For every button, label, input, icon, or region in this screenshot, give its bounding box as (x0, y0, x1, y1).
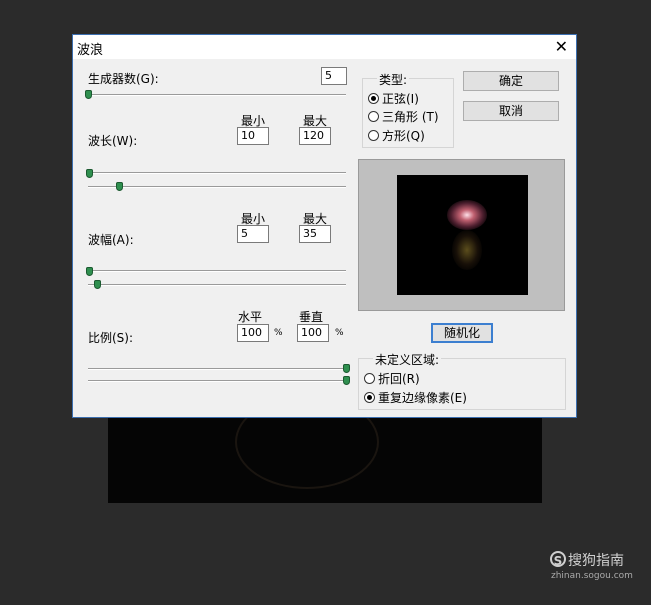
radio-unchecked-icon (368, 130, 379, 141)
type-triangle-radio[interactable]: 三角形 (T) (368, 108, 439, 125)
generators-slider-track[interactable] (88, 94, 346, 96)
radio-checked-icon (368, 93, 379, 104)
radio-unchecked-icon (364, 373, 375, 384)
scale-horizontal-label: 水平 (238, 310, 263, 324)
amplitude-label: 波幅(A): (88, 233, 134, 247)
generators-label: 生成器数(G): (88, 72, 159, 86)
type-sine-radio[interactable]: 正弦(I) (368, 90, 419, 107)
preview-glow-secondary (452, 230, 482, 270)
wavelength-label: 波长(W): (88, 134, 138, 148)
scale-horizontal-slider-track[interactable] (88, 368, 346, 370)
wrap-around-radio[interactable]: 折回(R) (364, 370, 420, 387)
sogou-logo-icon: S (550, 551, 566, 568)
scale-vertical-input[interactable]: 100 (297, 324, 329, 342)
watermark-url: zhinan.sogou.com (551, 571, 633, 581)
undefined-area-legend: 未定义区域: (373, 351, 442, 368)
scale-label: 比例(S): (88, 331, 134, 345)
amplitude-max-slider-thumb[interactable] (94, 280, 101, 289)
scale-vertical-slider-track[interactable] (88, 380, 346, 382)
radio-unchecked-icon (368, 111, 379, 122)
preview-glow (447, 200, 487, 230)
generators-slider-thumb[interactable] (85, 90, 92, 99)
radio-checked-icon (364, 392, 375, 403)
wavelength-min-slider-track[interactable] (88, 172, 346, 174)
preview-image (397, 175, 528, 295)
cancel-button[interactable]: 取消 (463, 101, 559, 121)
watermark-text: 搜狗指南 (568, 553, 624, 569)
amplitude-max-slider-track[interactable] (88, 284, 346, 286)
amplitude-min-slider-thumb[interactable] (86, 267, 93, 276)
type-square-radio[interactable]: 方形(Q) (368, 127, 425, 144)
dialog-title: 波浪 (77, 43, 104, 58)
wrap-around-label: 折回(R) (378, 372, 420, 386)
scale-vertical-label: 垂直 (299, 310, 324, 324)
amplitude-max-input[interactable]: 35 (299, 225, 331, 243)
wavelength-max-input[interactable]: 120 (299, 127, 331, 145)
wavelength-max-slider-thumb[interactable] (116, 182, 123, 191)
generators-input[interactable]: 5 (321, 67, 347, 85)
repeat-edge-pixels-label: 重复边缘像素(E) (378, 391, 467, 405)
scale-vertical-slider-thumb[interactable] (343, 376, 350, 385)
type-square-label: 方形(Q) (382, 129, 425, 143)
wavelength-min-slider-thumb[interactable] (86, 169, 93, 178)
sogou-watermark: S 搜狗指南 (550, 550, 624, 570)
wavelength-min-input[interactable]: 10 (237, 127, 269, 145)
close-icon[interactable]: ✕ (555, 36, 568, 58)
type-triangle-label: 三角形 (T) (382, 110, 439, 124)
wave-dialog: 波浪 ✕ 生成器数(G): 5 最小 最大 波长(W): 10 120 最小 最… (72, 34, 577, 418)
type-legend: 类型: (377, 71, 410, 88)
preview-panel[interactable] (358, 159, 565, 311)
scale-horizontal-slider-thumb[interactable] (343, 364, 350, 373)
ok-button[interactable]: 确定 (463, 71, 559, 91)
randomize-button[interactable]: 随机化 (431, 323, 493, 343)
wavelength-max-slider-track[interactable] (88, 186, 346, 188)
dialog-titlebar: 波浪 ✕ (73, 35, 576, 59)
type-sine-label: 正弦(I) (382, 92, 419, 106)
scale-horizontal-unit: % (274, 328, 283, 338)
amplitude-min-slider-track[interactable] (88, 270, 346, 272)
scale-horizontal-input[interactable]: 100 (237, 324, 269, 342)
repeat-edge-pixels-radio[interactable]: 重复边缘像素(E) (364, 389, 467, 406)
scale-vertical-unit: % (335, 328, 344, 338)
amplitude-min-input[interactable]: 5 (237, 225, 269, 243)
